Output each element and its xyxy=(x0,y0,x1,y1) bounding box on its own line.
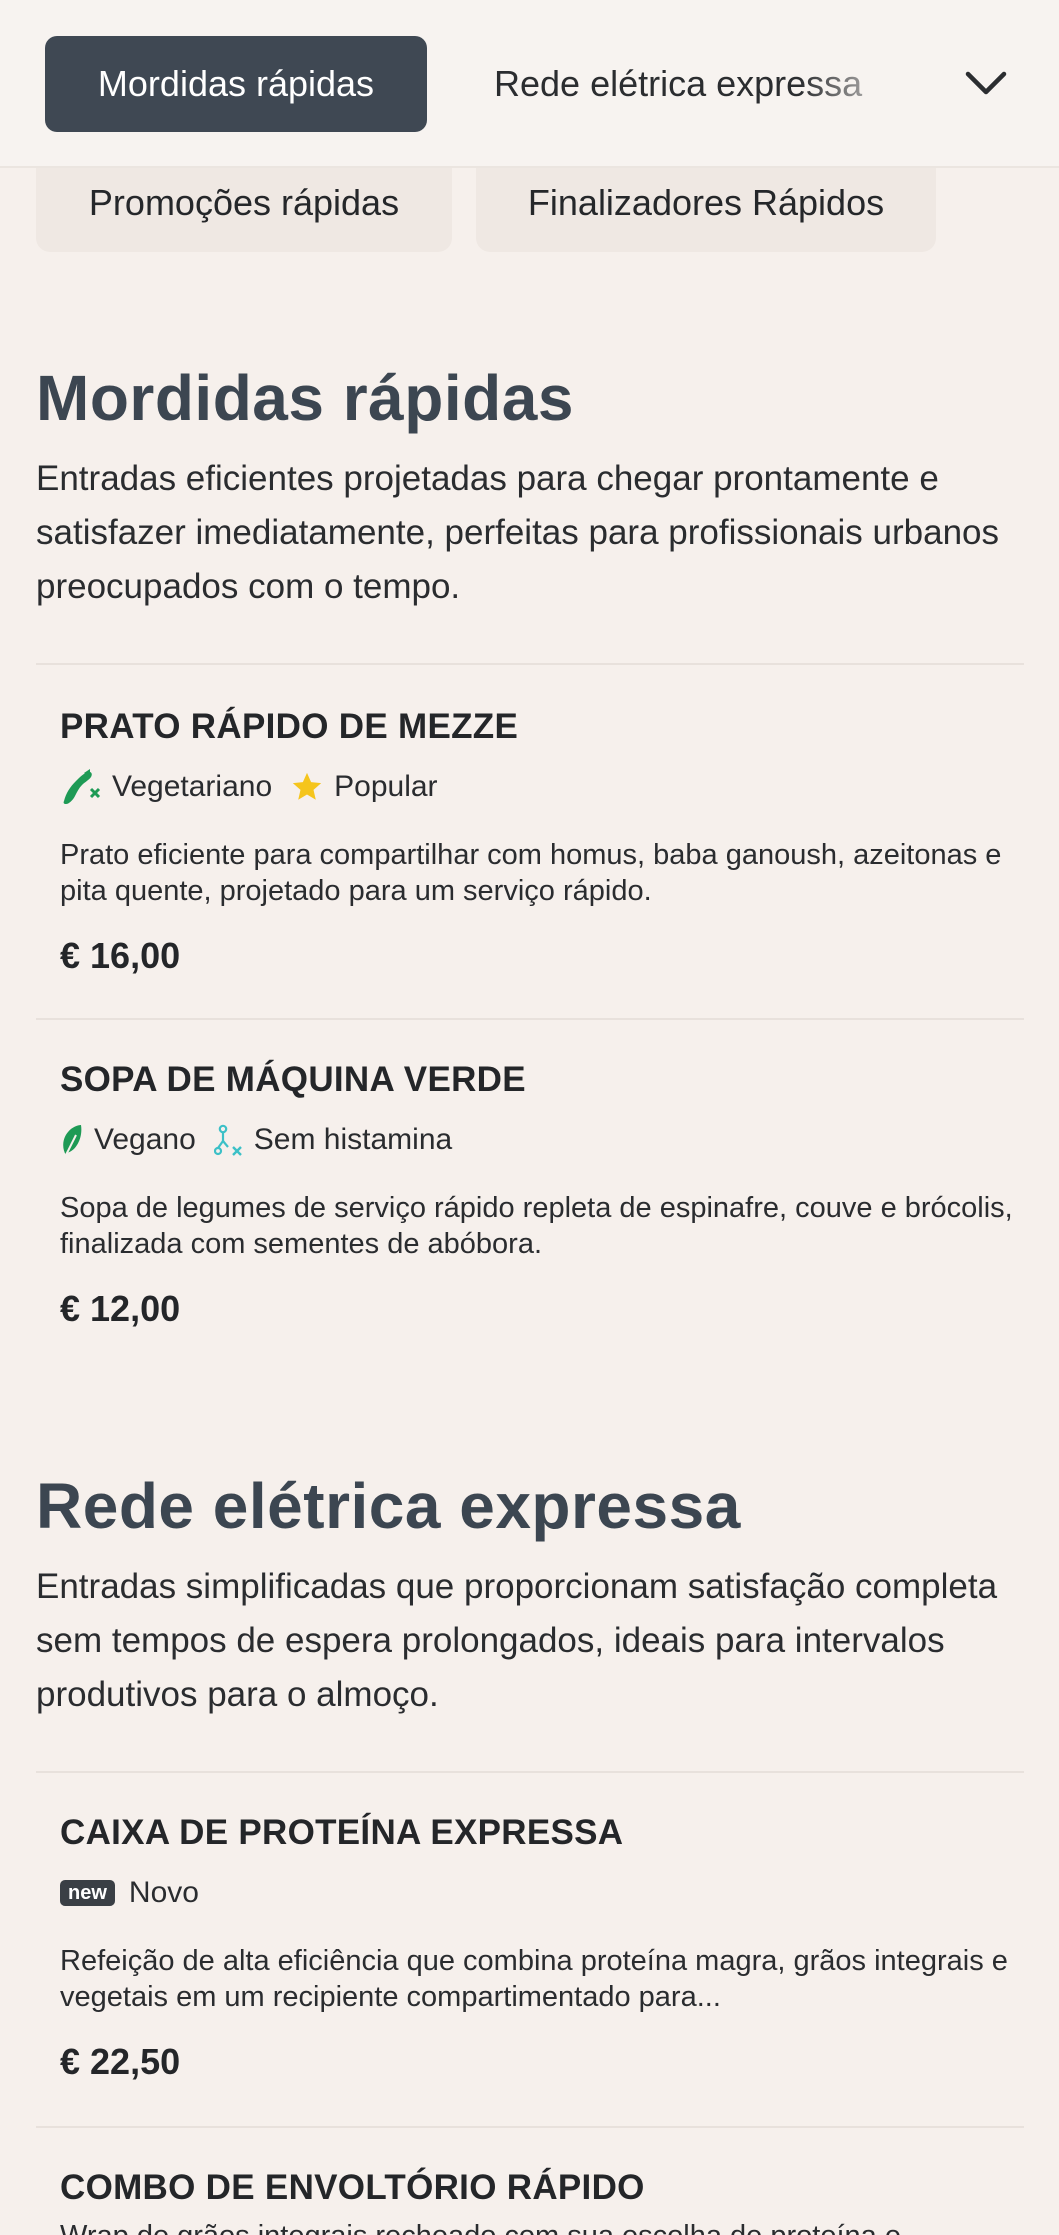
section-description: Entradas simplificadas que proporcionam … xyxy=(36,1567,998,1714)
vegetarian-icon xyxy=(63,769,101,804)
tag-vegan: Vegano xyxy=(60,1123,196,1157)
item-description: Refeição de alta eficiência que combina … xyxy=(60,1945,1008,2013)
item-tags: Vegano Sem histamina xyxy=(60,1120,1024,1160)
section-description: Entradas eficientes projetadas para cheg… xyxy=(36,459,999,606)
menu-item[interactable]: COMBO DE ENVOLTÓRIO RÁPIDO Wrap de grãos… xyxy=(36,2126,1024,2235)
category-nav: Mordidas rápidas Rede elétrica expressa xyxy=(0,0,1059,168)
item-price: € 16,00 xyxy=(60,935,181,976)
tag-label: Sem histamina xyxy=(253,1123,453,1156)
item-price: € 22,50 xyxy=(60,2041,181,2082)
tag-label: Popular xyxy=(334,770,438,803)
item-tags: new Novo xyxy=(60,1873,1024,1913)
item-tags: Vegetariano Popular xyxy=(60,767,1024,807)
item-description: Prato eficiente para compartilhar com ho… xyxy=(60,839,1002,907)
tab-rede-eletrica-expressa[interactable]: Rede elétrica expressa xyxy=(494,36,886,132)
menu-page: Promoções rápidas Finalizadores Rápidos … xyxy=(0,0,1059,2235)
tag-label: Novo xyxy=(128,1876,199,1909)
tag-histamine-free: Sem histamina xyxy=(213,1123,453,1157)
item-description: Sopa de legumes de serviço rápido replet… xyxy=(60,1192,1013,1260)
chevron-down-icon[interactable] xyxy=(962,60,1010,108)
item-description: Wrap de grãos integrais recheado com sua… xyxy=(60,2218,1024,2235)
histamine-free-icon xyxy=(213,1124,242,1156)
item-name: SOPA DE MÁQUINA VERDE xyxy=(60,1060,526,1099)
menu-item[interactable]: CAIXA DE PROTEÍNA EXPRESSA new Novo Refe… xyxy=(36,1771,1024,2127)
item-price: € 12,00 xyxy=(60,1288,181,1329)
section-title: Rede elétrica expressa xyxy=(36,1470,741,1542)
star-icon xyxy=(292,772,322,800)
tag-vegetarian: Vegetariano xyxy=(60,767,272,807)
tab-mordidas-rapidas[interactable]: Mordidas rápidas xyxy=(45,36,427,132)
item-name: CAIXA DE PROTEÍNA EXPRESSA xyxy=(60,1813,624,1852)
tag-label: Vegetariano xyxy=(112,770,273,803)
tag-popular: Popular xyxy=(290,770,438,804)
item-name: PRATO RÁPIDO DE MEZZE xyxy=(60,707,519,746)
section-mordidas-rapidas: Mordidas rápidas Entradas eficientes pro… xyxy=(36,360,1024,614)
tag-label: Vegano xyxy=(94,1123,196,1156)
tag-new: new Novo xyxy=(60,1876,199,1910)
section-title: Mordidas rápidas xyxy=(36,362,574,434)
section-rede-eletrica-expressa: Rede elétrica expressa Entradas simplifi… xyxy=(36,1468,1024,1722)
menu-item[interactable]: SOPA DE MÁQUINA VERDE Vegano Sem histami… xyxy=(36,1018,1024,1374)
menu-item[interactable]: PRATO RÁPIDO DE MEZZE Vegetariano Popula… xyxy=(36,663,1024,1019)
vegan-leaf-icon xyxy=(63,1125,82,1156)
new-badge: new xyxy=(60,1880,115,1906)
item-name: COMBO DE ENVOLTÓRIO RÁPIDO xyxy=(60,2168,645,2207)
